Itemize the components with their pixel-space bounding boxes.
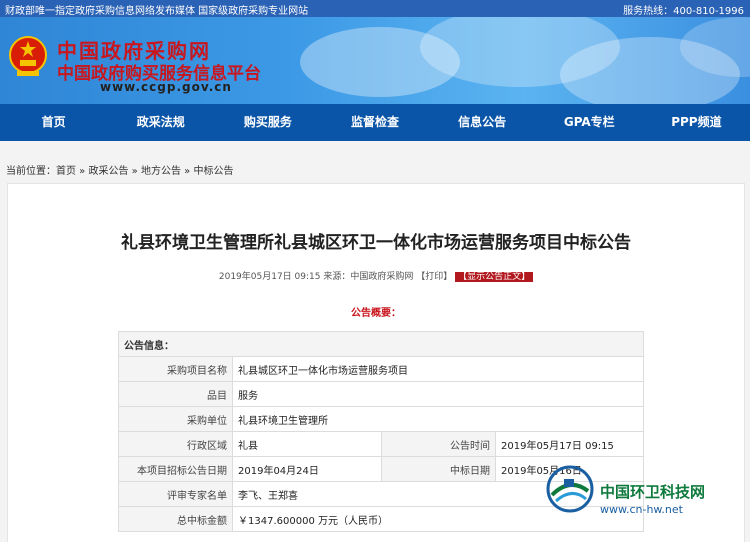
nav-item-home[interactable]: 首页 — [0, 104, 107, 141]
tender-date-value: 2019年04月24日 — [232, 456, 382, 482]
top-bar: 财政部唯一指定政府采购信息网络发布媒体 国家级政府采购专业网站 服务热线：400… — [0, 0, 750, 17]
region-label: 行政区域 — [118, 431, 233, 457]
table-row: 行政区域 礼县 公告时间 2019年05月17日 09:15 — [118, 431, 644, 457]
project-name-value: 礼县城区环卫一体化市场运营服务项目 — [232, 356, 644, 382]
service-hotline: 服务热线：400-810-1996 — [623, 6, 744, 17]
main-nav: 首页 政采法规 购买服务 监督检查 信息公告 GPA专栏 PPP频道 — [0, 104, 750, 141]
breadcrumb-home[interactable]: 首页 — [56, 166, 76, 177]
article-title: 礼县环境卫生管理所礼县城区环卫一体化市场运营服务项目中标公告 — [121, 233, 631, 253]
info-section-header: 公告信息： — [118, 331, 644, 357]
nav-item-regulations[interactable]: 政采法规 — [107, 104, 214, 141]
breadcrumb: 当前位置：首页 » 政采公告 » 地方公告 » 中标公告 — [6, 162, 233, 177]
breadcrumb-separator: » — [76, 166, 89, 177]
breadcrumb-local-notices[interactable]: 地方公告 — [141, 166, 181, 177]
buyer-label: 采购单位 — [118, 406, 233, 432]
nav-item-supervision[interactable]: 监督检查 — [321, 104, 428, 141]
buyer-value: 礼县环境卫生管理所 — [232, 406, 644, 432]
breadcrumb-separator: » — [180, 166, 194, 177]
nav-item-ppp[interactable]: PPP频道 — [643, 104, 750, 141]
experts-label: 评审专家名单 — [118, 481, 233, 507]
table-row: 采购单位 礼县环境卫生管理所 — [118, 406, 644, 432]
amount-label: 总中标金额 — [118, 506, 233, 532]
award-date-label: 中标日期 — [381, 456, 496, 482]
breadcrumb-label: 当前位置： — [6, 166, 56, 177]
nav-item-purchase-services[interactable]: 购买服务 — [214, 104, 321, 141]
category-label: 品目 — [118, 381, 233, 407]
table-row: 公告信息： — [118, 331, 644, 357]
site-banner: 中国政府采购网 中国政府购买服务信息平台 www.ccgp.gov.cn — [0, 17, 750, 104]
watermark-title: 中国环卫科技网 — [600, 483, 706, 501]
national-emblem-icon[interactable] — [8, 35, 48, 79]
table-row: 品目 服务 — [118, 381, 644, 407]
topbar-tagline: 财政部唯一指定政府采购信息网络发布媒体 国家级政府采购专业网站 — [5, 6, 309, 17]
table-row: 采购项目名称 礼县城区环卫一体化市场运营服务项目 — [118, 356, 644, 382]
breadcrumb-separator: » — [128, 166, 141, 177]
article-meta: 2019年05月17日 09:15 来源：中国政府采购网 【打印】 【显示公告正… — [8, 269, 744, 282]
region-value: 礼县 — [232, 431, 382, 457]
watermark-logo-icon — [546, 465, 594, 513]
site-url: www.ccgp.gov.cn — [100, 80, 232, 94]
summary-heading: 公告概要： — [351, 308, 401, 319]
watermark-url: www.cn-hw.net — [600, 503, 683, 516]
breadcrumb-award-notices[interactable]: 中标公告 — [193, 166, 233, 177]
category-value: 服务 — [232, 381, 644, 407]
project-name-label: 采购项目名称 — [118, 356, 233, 382]
nav-item-announcements[interactable]: 信息公告 — [429, 104, 536, 141]
show-body-button[interactable]: 【显示公告正文】 — [455, 272, 534, 282]
nav-item-gpa[interactable]: GPA专栏 — [536, 104, 643, 141]
announce-time-label: 公告时间 — [381, 431, 496, 457]
announce-time-value: 2019年05月17日 09:15 — [495, 431, 644, 457]
breadcrumb-procurement-notices[interactable]: 政采公告 — [88, 166, 128, 177]
publish-info: 2019年05月17日 09:15 来源：中国政府采购网 【打印】 — [218, 272, 453, 282]
tender-date-label: 本项目招标公告日期 — [118, 456, 233, 482]
